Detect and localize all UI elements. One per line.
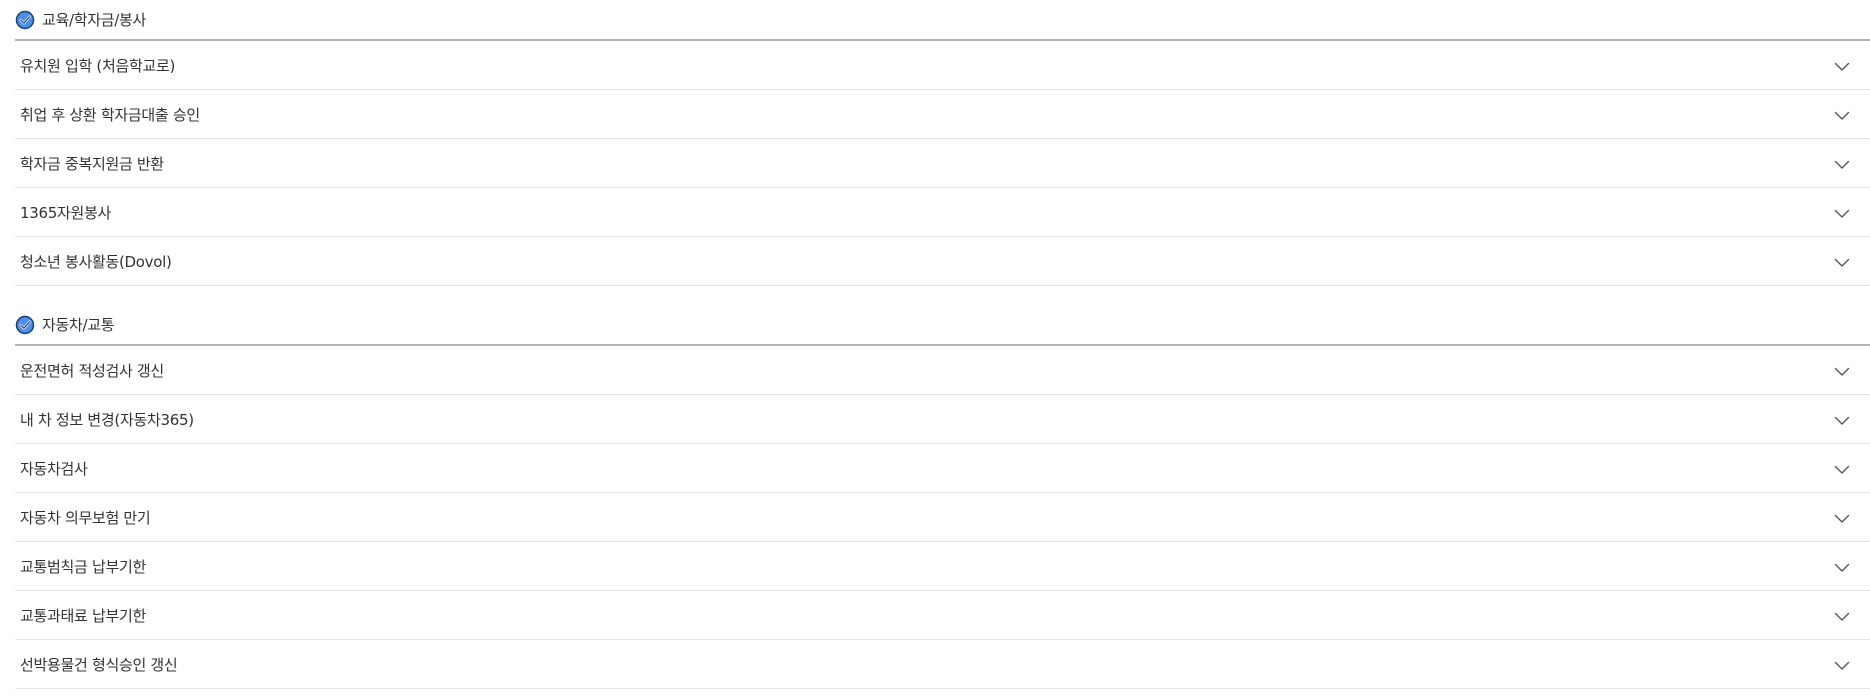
item-label: 유치원 입학 (처음학교로): [20, 56, 176, 75]
item-label: 자동차검사: [20, 459, 88, 478]
chevron-down-icon[interactable]: [1834, 253, 1850, 267]
item-label: 교통과태료 납부기한: [20, 606, 146, 625]
list-item[interactable]: 운전면허 적성검사 갱신: [15, 346, 1870, 395]
chevron-down-icon[interactable]: [1834, 362, 1850, 376]
item-label: 내 차 정보 변경(자동차365): [20, 410, 194, 429]
list-item[interactable]: 교통범칙금 납부기한: [15, 542, 1870, 591]
section-header: 자동차/교통: [15, 305, 1870, 346]
section-header: 교육/학자금/봉사: [15, 0, 1870, 41]
list-item[interactable]: 자동차 의무보험 만기: [15, 493, 1870, 542]
list-item[interactable]: 취업 후 상환 학자금대출 승인: [15, 90, 1870, 139]
list-item[interactable]: 학자금 중복지원금 반환: [15, 139, 1870, 188]
item-list: 유치원 입학 (처음학교로) 취업 후 상환 학자금대출 승인 학자금 중복지원…: [15, 41, 1870, 286]
item-label: 청소년 봉사활동(Dovol): [20, 252, 172, 271]
chevron-down-icon[interactable]: [1834, 558, 1850, 572]
item-label: 취업 후 상환 학자금대출 승인: [20, 105, 200, 124]
chevron-down-icon[interactable]: [1834, 607, 1850, 621]
list-item[interactable]: 내 차 정보 변경(자동차365): [15, 395, 1870, 444]
check-circle-icon: [15, 315, 35, 335]
list-item[interactable]: 선박용물건 형식승인 갱신: [15, 640, 1870, 689]
section-car-traffic: 자동차/교통 운전면허 적성검사 갱신 내 차 정보 변경(자동차365) 자동…: [15, 305, 1870, 689]
list-item[interactable]: 교통과태료 납부기한: [15, 591, 1870, 640]
check-circle-icon: [15, 10, 35, 30]
list-item[interactable]: 1365자원봉사: [15, 188, 1870, 237]
chevron-down-icon[interactable]: [1834, 460, 1850, 474]
chevron-down-icon[interactable]: [1834, 204, 1850, 218]
chevron-down-icon[interactable]: [1834, 509, 1850, 523]
section-title: 자동차/교통: [42, 316, 115, 334]
item-label: 선박용물건 형식승인 갱신: [20, 655, 178, 674]
chevron-down-icon[interactable]: [1834, 57, 1850, 71]
chevron-down-icon[interactable]: [1834, 106, 1850, 120]
section-title: 교육/학자금/봉사: [42, 11, 147, 29]
service-list-page: 교육/학자금/봉사 유치원 입학 (처음학교로) 취업 후 상환 학자금대출 승…: [0, 0, 1870, 697]
chevron-down-icon[interactable]: [1834, 411, 1850, 425]
chevron-down-icon[interactable]: [1834, 155, 1850, 169]
item-list: 운전면허 적성검사 갱신 내 차 정보 변경(자동차365) 자동차검사 자동차…: [15, 346, 1870, 689]
item-label: 1365자원봉사: [20, 203, 111, 222]
item-label: 교통범칙금 납부기한: [20, 557, 146, 576]
item-label: 자동차 의무보험 만기: [20, 508, 151, 527]
item-label: 학자금 중복지원금 반환: [20, 154, 164, 173]
list-item[interactable]: 유치원 입학 (처음학교로): [15, 41, 1870, 90]
section-education: 교육/학자금/봉사 유치원 입학 (처음학교로) 취업 후 상환 학자금대출 승…: [15, 0, 1870, 286]
list-item[interactable]: 자동차검사: [15, 444, 1870, 493]
item-label: 운전면허 적성검사 갱신: [20, 361, 164, 380]
chevron-down-icon[interactable]: [1834, 656, 1850, 670]
list-item[interactable]: 청소년 봉사활동(Dovol): [15, 237, 1870, 286]
